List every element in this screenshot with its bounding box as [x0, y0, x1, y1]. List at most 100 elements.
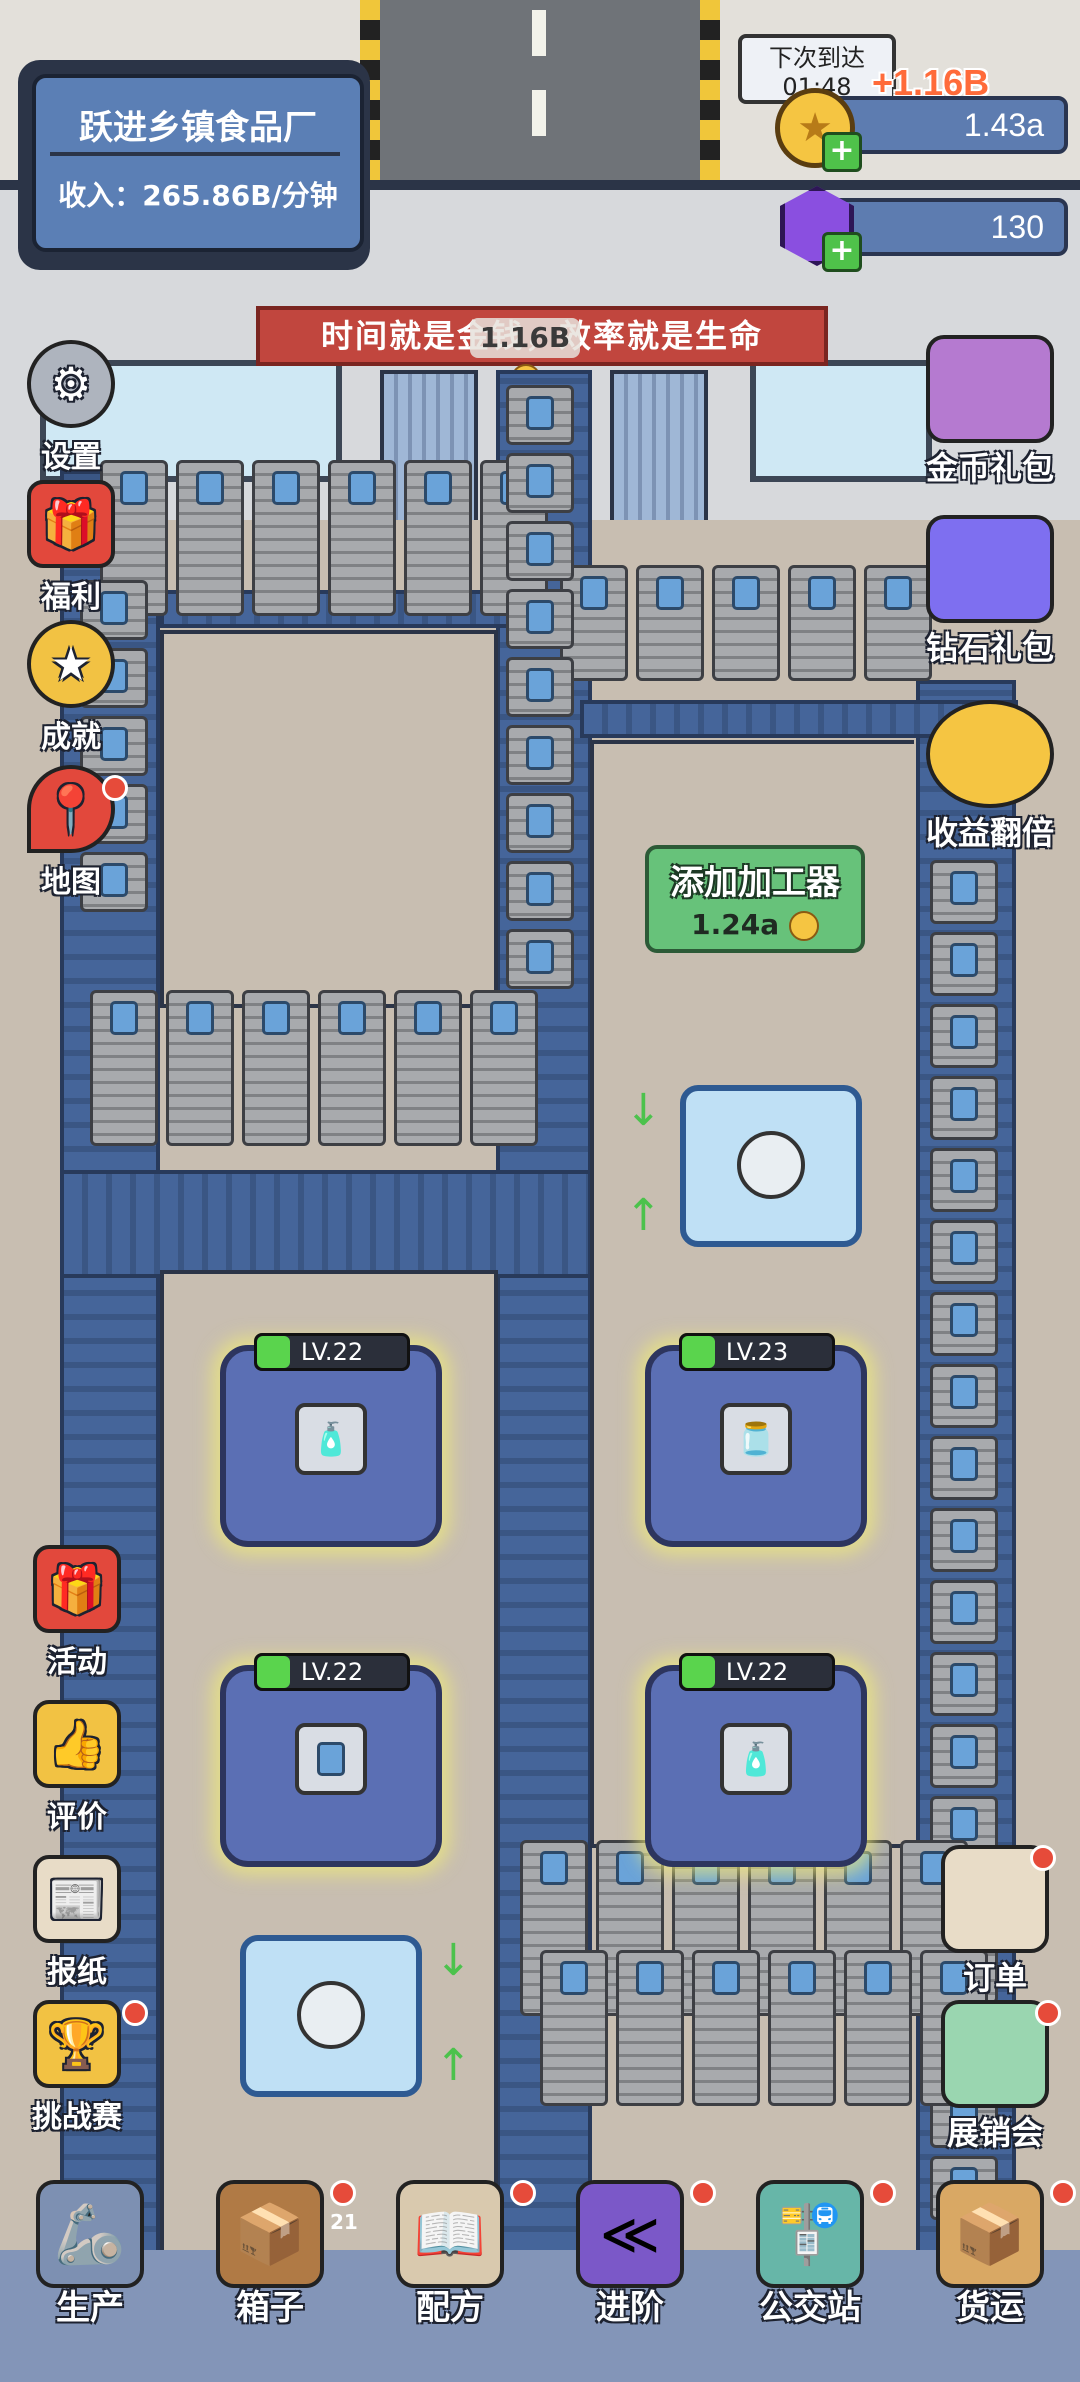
- crate-column: [506, 385, 574, 989]
- welfare-button[interactable]: 🎁 福利: [16, 480, 126, 616]
- nav-advance[interactable]: ≪ 进阶: [540, 2180, 720, 2380]
- can-crate: [252, 460, 320, 616]
- challenge-button[interactable]: 🏆 挑战赛: [12, 2000, 148, 2136]
- can-crate: [930, 1580, 998, 1644]
- robot-arm-icon: 🦾: [36, 2180, 144, 2288]
- robot-arm-station[interactable]: [680, 1085, 862, 1247]
- can-crate: [692, 1950, 760, 2106]
- arrow-up-icon: ↑: [625, 1190, 662, 1241]
- can-crate: [930, 1148, 998, 1212]
- factory-name: 跃进乡镇食品厂: [79, 108, 317, 148]
- can-crate: [930, 1364, 998, 1428]
- bus-stop-icon: 🚏: [756, 2180, 864, 2288]
- notification-dot: [690, 2180, 716, 2206]
- gift-box-icon: 🎁: [33, 1545, 121, 1633]
- can-crate: [930, 1292, 998, 1356]
- orders-button[interactable]: 订单: [930, 1845, 1060, 1999]
- factory-window: [750, 360, 932, 482]
- notification-dot: [510, 2180, 536, 2206]
- can-icon: [295, 1723, 367, 1795]
- gear-icon: ⚙: [27, 340, 115, 428]
- floating-income: 1.16B: [470, 318, 580, 394]
- robot-arm-icon: [297, 1981, 365, 2049]
- arrow-down-icon: ↓: [625, 1085, 662, 1136]
- notification-dot: [330, 2180, 356, 2206]
- floor-panel: [160, 630, 498, 1008]
- box-count: 21: [330, 2210, 358, 2234]
- can-crate: [166, 990, 234, 1146]
- can-crate: [318, 990, 386, 1146]
- arrow-up-icon: ↑: [435, 2040, 472, 2091]
- bottle-icon: 🧴: [295, 1403, 367, 1475]
- can-crate: [242, 990, 310, 1146]
- add-processor-button[interactable]: 添加加工器 1.24a: [645, 845, 865, 953]
- can-crate: [616, 1950, 684, 2106]
- processor-machine[interactable]: LV.22 🧴: [645, 1653, 867, 1867]
- double-income-button[interactable]: 收益翻倍: [915, 700, 1065, 854]
- can-crate: [930, 1004, 998, 1068]
- map-pin-icon: 📍: [27, 765, 115, 853]
- can-crate: [506, 589, 574, 649]
- factory-income: 收入：265.86B/分钟: [58, 179, 338, 212]
- newspaper-button[interactable]: 📰 报纸: [22, 1855, 132, 1991]
- add-processor-cost: 1.24a: [649, 908, 861, 941]
- map-button[interactable]: 📍 地图: [16, 765, 128, 901]
- notification-dot: [102, 775, 128, 801]
- can-crate: [844, 1950, 912, 2106]
- map-board-icon: [941, 2000, 1049, 2108]
- notification-dot: [1035, 2000, 1061, 2026]
- gem-pile-icon: [926, 515, 1054, 623]
- newspaper-icon: 📰: [33, 1855, 121, 1943]
- can-crate: [712, 565, 780, 681]
- upgrade-arrows-icon: ≪: [576, 2180, 684, 2288]
- event-button[interactable]: 🎁 活动: [22, 1545, 132, 1681]
- can-crate: [394, 990, 462, 1146]
- can-crate: [506, 929, 574, 989]
- coin-icon: [788, 911, 819, 941]
- notification-dot: [870, 2180, 896, 2206]
- can-crate: [176, 460, 244, 616]
- processor-machine[interactable]: LV.22: [220, 1653, 442, 1867]
- can-crate: [506, 657, 574, 717]
- processor-machine[interactable]: LV.23 🫙: [645, 1333, 867, 1547]
- rate-button[interactable]: 👍 评价: [22, 1700, 132, 1836]
- can-crate: [506, 521, 574, 581]
- factory-info-panel[interactable]: 跃进乡镇食品厂 收入：265.86B/分钟: [18, 60, 370, 270]
- crate-row: [560, 565, 932, 681]
- can-crate: [328, 460, 396, 616]
- can-crate: [90, 990, 158, 1146]
- hand-truck-icon: 📦: [936, 2180, 1044, 2288]
- can-crate: [506, 725, 574, 785]
- notification-dot: [122, 2000, 148, 2026]
- gem-pack-button[interactable]: 钻石礼包: [915, 515, 1065, 669]
- jar-icon: 🫙: [720, 1403, 792, 1475]
- can-crate: [470, 990, 538, 1146]
- settings-button[interactable]: ⚙ 设置: [16, 340, 126, 476]
- add-gold-button[interactable]: +: [822, 132, 862, 172]
- nav-production[interactable]: 🦾 生产: [0, 2180, 180, 2380]
- add-processor-label: 添加加工器: [670, 863, 840, 903]
- star-badge-icon: ★: [27, 620, 115, 708]
- gold-pack-button[interactable]: 金币礼包: [915, 335, 1065, 489]
- nav-shipping[interactable]: 📦 货运: [900, 2180, 1080, 2380]
- processor-machine[interactable]: LV.22 🧴: [220, 1333, 442, 1547]
- can-crate: [636, 565, 704, 681]
- level-bar: LV.22: [254, 1653, 410, 1691]
- can-crate: [930, 932, 998, 996]
- can-crate: [930, 1076, 998, 1140]
- nav-recipes[interactable]: 📖 配方: [360, 2180, 540, 2380]
- add-gem-button[interactable]: +: [822, 232, 862, 272]
- robot-arm-station[interactable]: [240, 1935, 422, 2097]
- nav-bus-station[interactable]: 🚏 公交站: [720, 2180, 900, 2380]
- can-crate: [930, 1436, 998, 1500]
- crate-row: [90, 990, 538, 1146]
- achievement-button[interactable]: ★ 成就: [16, 620, 126, 756]
- shutter-door: [610, 370, 708, 528]
- robot-arm-icon: [737, 1131, 805, 1199]
- nav-boxes[interactable]: 📦 箱子 21: [180, 2180, 360, 2380]
- notification-dot: [1050, 2180, 1076, 2206]
- trophy-icon: 🏆: [33, 2000, 121, 2088]
- level-bar: LV.22: [254, 1333, 410, 1371]
- notification-dot: [1030, 1845, 1056, 1871]
- expo-button[interactable]: 展销会: [920, 2000, 1070, 2154]
